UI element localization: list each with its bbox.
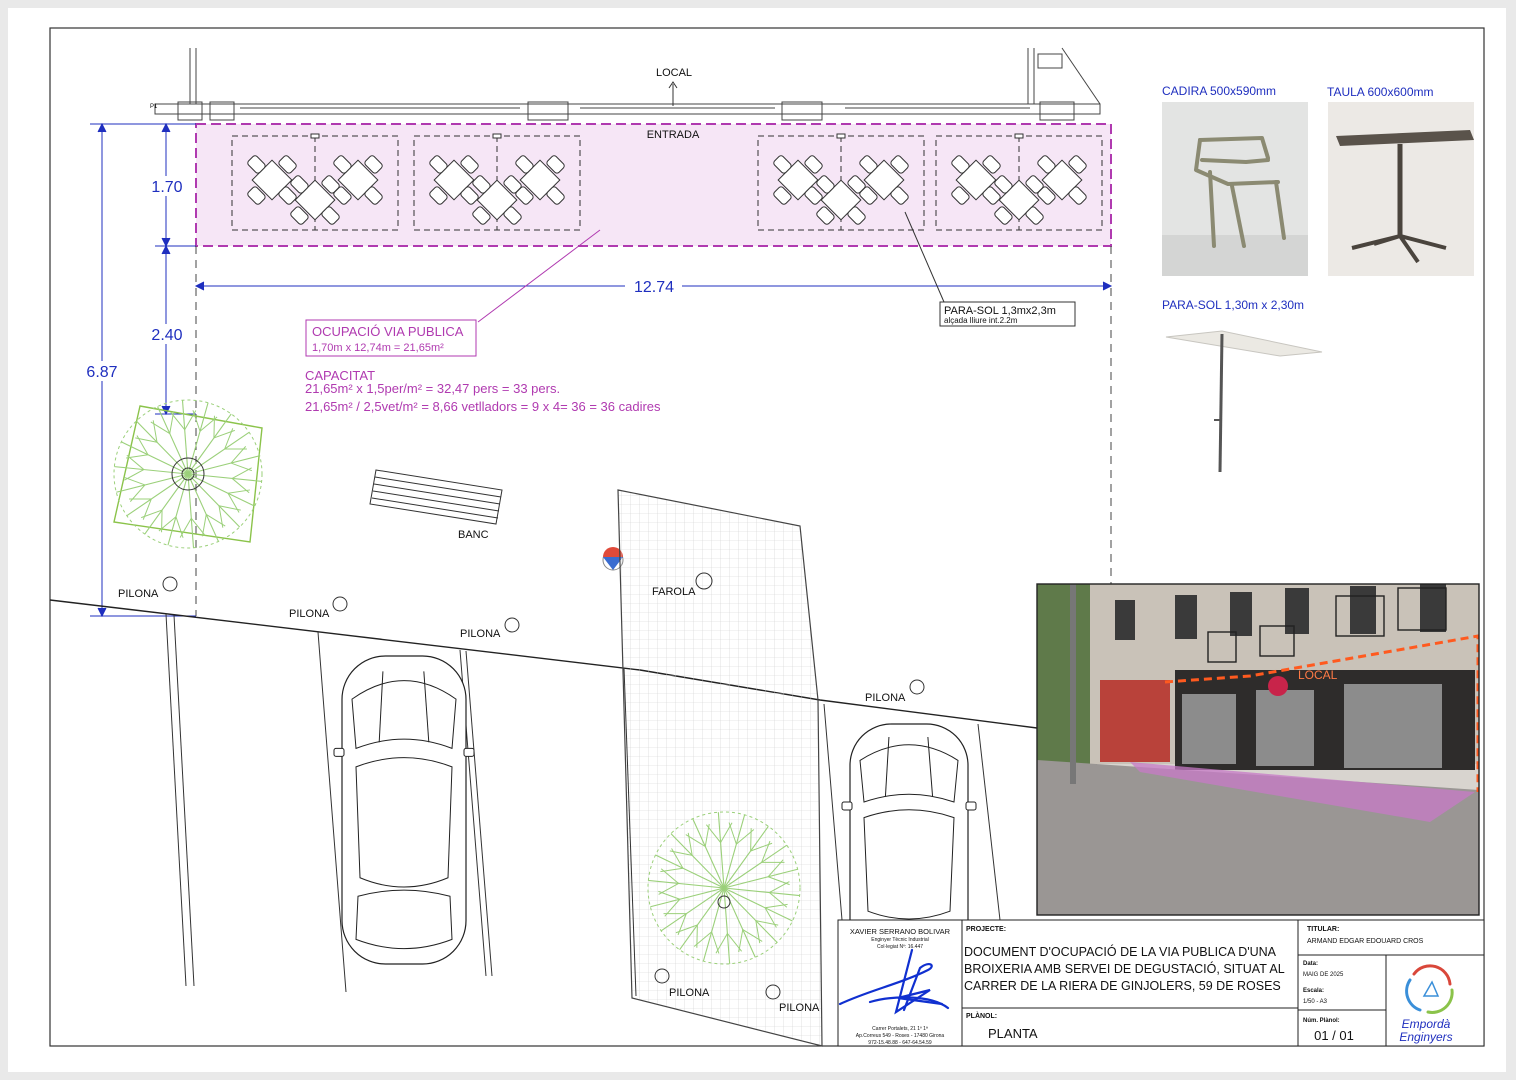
num-planol-label: Núm. Plànol:: [1303, 1018, 1340, 1024]
parasol-photo: [1165, 330, 1323, 473]
banc-label: BANC: [458, 529, 489, 541]
entrada-label: ENTRADA: [647, 129, 700, 141]
p1-label: P1: [150, 104, 158, 110]
pilona-icon: [504, 617, 520, 633]
titular-value: ARMAND EDGAR EDOUARD CROS: [1307, 938, 1424, 945]
site-plan: P1 LOCAL ENTRADA 1.70 2.40 6.87 12.74 PA…: [49, 27, 1485, 1047]
pilona-icon: [909, 679, 925, 695]
paved-strip: [617, 489, 823, 1047]
engineer-phone: 972-15.48.88 - 647-64.54.59: [868, 1040, 932, 1046]
building-facade: [154, 47, 1101, 121]
projecte-label: PROJECTE:: [966, 926, 1006, 933]
bench: [369, 469, 503, 525]
chair-photo: [1162, 102, 1308, 276]
capacitat-line1: 21,65m² x 1,5per/m² = 32,47 pers = 33 pe…: [305, 381, 560, 396]
planol-label: PLÀNOL:: [966, 1011, 997, 1020]
chair-label: CADIRA 500x590mm: [1162, 84, 1276, 98]
dim-depth: 1.70: [151, 179, 182, 196]
project-line3: CARRER DE LA RIERA DE GINJOLERS, 59 DE R…: [964, 979, 1281, 993]
table-label: TAULA 600x600mm: [1327, 85, 1434, 99]
curb-line: [49, 599, 1038, 729]
pilona-label: PILONA: [118, 588, 159, 600]
farola-label: FAROLA: [652, 586, 696, 598]
data-label: Data:: [1303, 961, 1318, 967]
dim-width: 12.74: [634, 279, 674, 296]
pilona-label: PILONA: [779, 1002, 820, 1014]
project-line1: DOCUMENT D'OCUPACIÓ DE LA VIA PUBLICA D'…: [964, 944, 1277, 959]
engineer-address2: Ap.Correus 549 - Roses - 17480 Girona: [856, 1033, 945, 1039]
engineer-name: XAVIER SERRANO BOLIVAR: [850, 927, 951, 936]
pilona-icon: [332, 596, 348, 612]
drawing-sheet: P1 LOCAL ENTRADA 1.70 2.40 6.87 12.74 PA…: [8, 8, 1506, 1072]
tree-top-left: [113, 399, 263, 549]
num-planol-value: 01 / 01: [1314, 1028, 1354, 1043]
pilona-icon: [162, 576, 178, 592]
table-photo: [1328, 102, 1474, 276]
escala-value: 1/50 - A3: [1303, 999, 1328, 1005]
local-label: LOCAL: [656, 67, 692, 79]
engineer-address1: Carrer Portalets, 21 1º 1ª: [872, 1026, 928, 1032]
pilona-label: PILONA: [669, 987, 710, 999]
parasol-product-label: PARA-SOL 1,30m x 2,30m: [1162, 298, 1304, 312]
site-photo: [1037, 584, 1479, 915]
parked-car-1: [333, 655, 475, 965]
ocupacio-title: OCUPACIÓ VIA PUBLICA: [312, 324, 464, 339]
pilona-label: PILONA: [865, 692, 906, 704]
project-line2: BROIXERIA AMB SERVEI DE DEGUSTACIÓ, SITU…: [964, 961, 1285, 976]
titular-label: TITULAR:: [1307, 926, 1339, 933]
company-line1: Empordà: [1402, 1017, 1451, 1031]
pilona-label: PILONA: [289, 608, 330, 620]
capacitat-line2: 21,65m² / 2,5vet/m² = 8,66 vetlladors = …: [305, 399, 661, 414]
data-value: MAIG DE 2025: [1303, 972, 1344, 978]
engineer-number: Col·legiat Nº: 16.447: [877, 944, 923, 950]
dim-total: 6.87: [86, 364, 117, 381]
company-line2: Enginyers: [1399, 1030, 1452, 1044]
photo-local-label: LOCAL: [1298, 668, 1338, 682]
planol-value: PLANTA: [988, 1026, 1038, 1041]
dim-gap: 2.40: [151, 327, 182, 344]
escala-label: Escala:: [1303, 988, 1324, 994]
parasol-subnote: alçada lliure int.2.2m: [944, 316, 1018, 325]
pilona-label: PILONA: [460, 628, 501, 640]
ocupacio-calc: 1,70m x 12,74m = 21,65m²: [312, 342, 444, 354]
engineer-title: Enginyer Tècnic Industrial: [871, 937, 928, 943]
